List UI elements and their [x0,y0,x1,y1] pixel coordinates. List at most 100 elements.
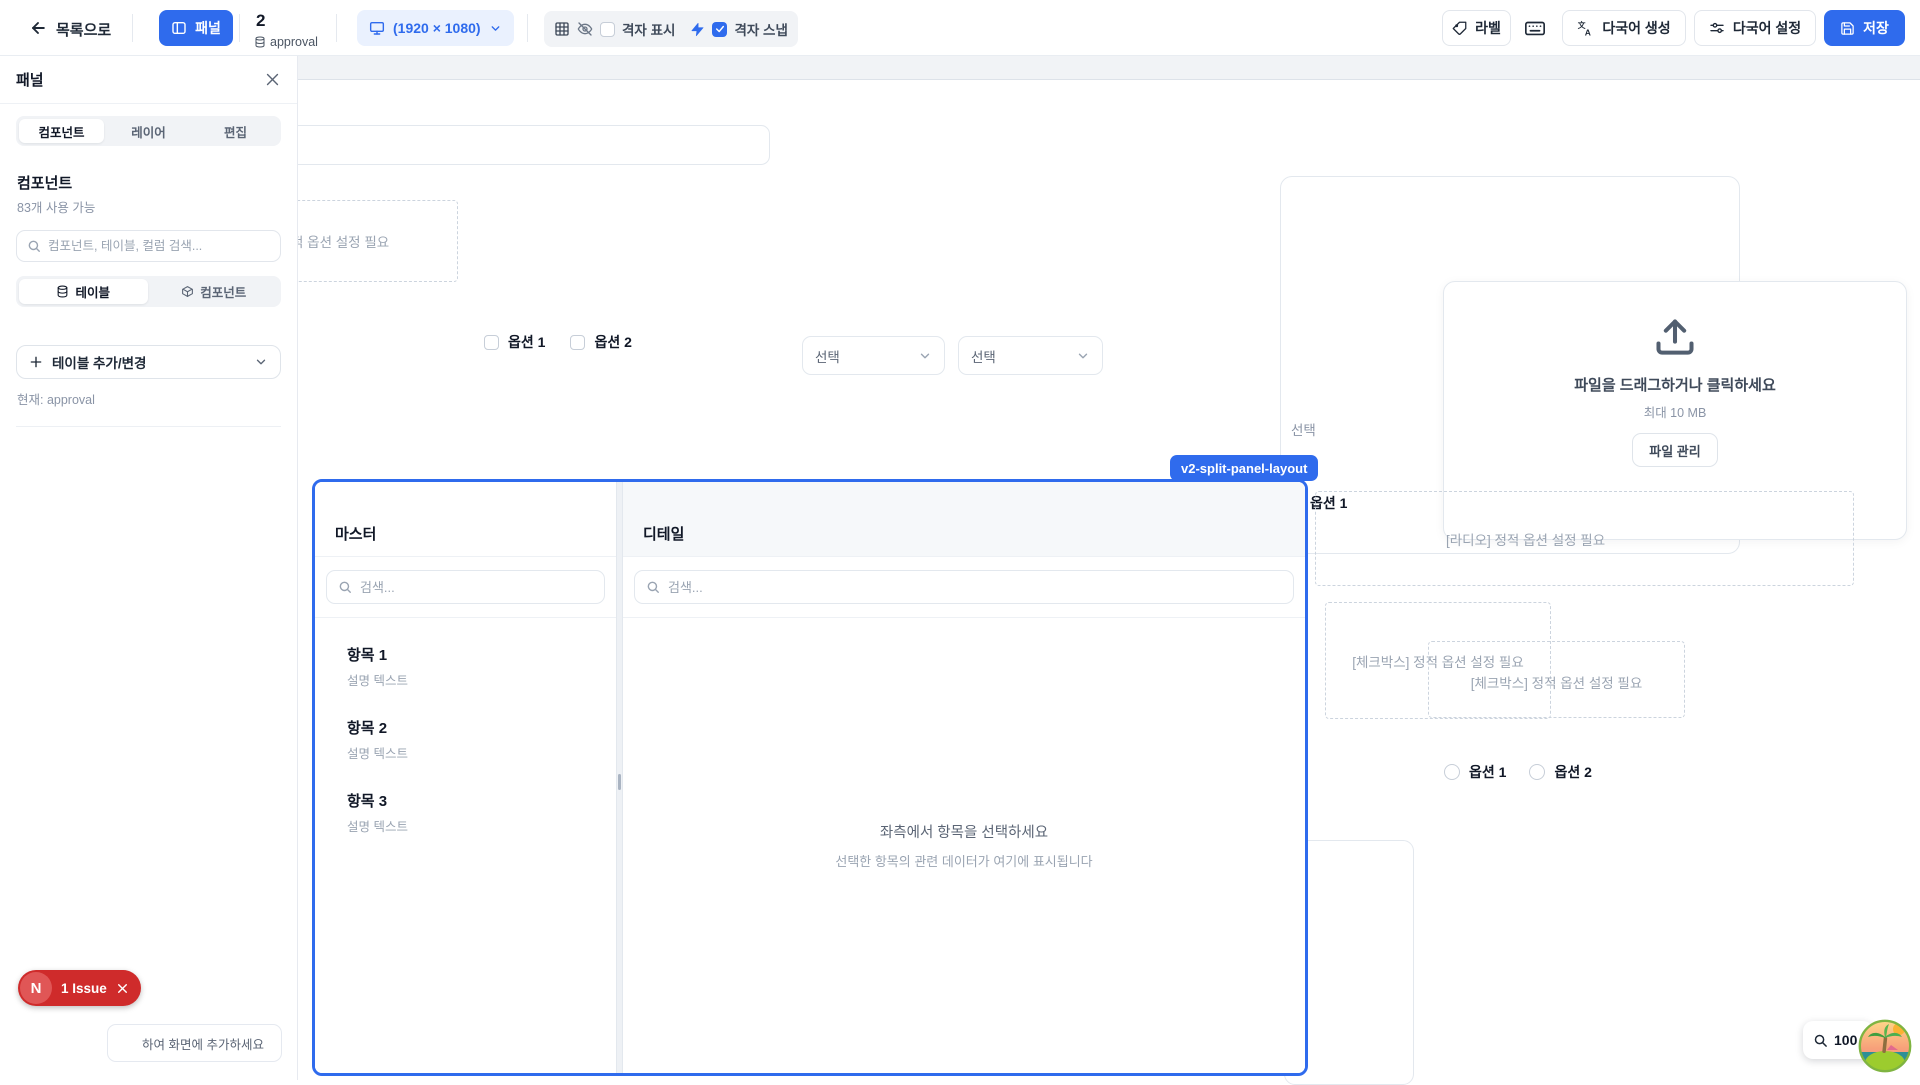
issue-badge[interactable]: N 1 Issue [18,970,141,1006]
back-to-list-button[interactable]: 목록으로 [56,19,111,40]
radio-placeholder-text: [라디오] 정적 옵션 설정 필요 [1446,529,1605,549]
save-button-label: 저장 [1863,18,1889,38]
source-tab-component-label: 컴포넌트 [200,282,246,301]
search-icon [27,239,41,253]
select-component-2[interactable]: 선택 [958,336,1103,375]
svg-text:A: A [1585,27,1591,36]
toolbar-divider [239,14,240,42]
text-input-component[interactable] [258,125,770,165]
i18n-settings-button[interactable]: 다국어 설정 [1694,10,1816,46]
master-search-input[interactable] [360,580,593,595]
chevron-down-icon [918,349,932,363]
detail-search[interactable] [634,570,1294,604]
source-tab-component[interactable]: 컴포넌트 [150,279,279,304]
panel-toggle-button[interactable]: 패널 [159,10,233,46]
components-section-title: 컴포넌트 [17,172,280,193]
eye-off-icon [577,21,593,37]
tab-edit[interactable]: 편집 [193,119,278,143]
select-component-1[interactable]: 선택 [802,336,945,375]
detail-search-row [623,557,1305,618]
page-number: 2 [256,12,265,29]
master-search[interactable] [326,570,605,604]
list-item[interactable]: 항목 1 설명 텍스트 [347,644,616,689]
checkbox-option2[interactable] [570,335,585,350]
split-panel-resizer[interactable] [616,482,623,1073]
select-placeholder-text: 적 옵션 설정 필요 [291,231,389,251]
magnifier-icon [1813,1033,1828,1048]
database-icon [254,36,266,48]
add-table-dropdown[interactable]: 테이블 추가/변경 [16,345,281,379]
detail-search-input[interactable] [668,580,1282,595]
panel-title: 패널 [16,69,44,90]
tab-layers[interactable]: 레이어 [106,119,191,143]
close-icon[interactable] [116,982,129,995]
keyboard-icon[interactable] [1524,17,1546,39]
grid-snap-checkbox[interactable] [712,22,727,37]
grid-show-checkbox[interactable] [600,22,615,37]
search-icon [338,580,352,594]
search-icon [646,580,660,594]
i18n-settings-label: 다국어 설정 [1733,18,1801,38]
file-manage-button[interactable]: 파일 관리 [1632,433,1717,467]
checkbox-option1[interactable] [484,335,499,350]
drag-hint-text: 하여 화면에 추가하세요 [142,1034,264,1053]
split-panel-master: 마스터 항목 1 설명 텍스트 항목 2 설명 텍스트 항목 3 설명 텍스트 [315,482,616,1073]
save-button[interactable]: 저장 [1824,10,1905,46]
i18n-generate-label: 다국어 생성 [1602,18,1670,38]
translate-icon: 文A [1577,20,1594,37]
list-item[interactable]: 항목 3 설명 텍스트 [347,790,616,835]
upload-limit: 최대 10 MB [1644,402,1707,421]
list-item-title: 항목 1 [347,644,616,665]
radio-option2-label: 옵션 2 [1554,762,1591,782]
component-search[interactable] [16,230,281,262]
list-item-desc: 설명 텍스트 [347,670,616,689]
toolbar-divider [336,14,337,42]
split-panel-component[interactable]: 마스터 항목 1 설명 텍스트 항목 2 설명 텍스트 항목 3 설명 텍스트 [312,479,1308,1076]
chevron-down-icon [489,22,502,35]
checkbox-option2-label: 옵션 2 [594,332,631,352]
bound-table-name: approval [270,35,318,49]
left-panel: 패널 컴포넌트 레이어 편집 컴포넌트 83개 사용 가능 테이블 컴포넌트 테… [0,56,298,1080]
grid-show-label: 격자 표시 [622,19,675,39]
monitor-icon [369,20,385,36]
checkbox-placeholder-text-2: [체크박스] 정적 옵션 설정 필요 [1471,672,1643,692]
component-search-input[interactable] [48,239,270,253]
panel-left-icon [171,20,187,36]
list-item-title: 항목 3 [347,790,616,811]
tab-components[interactable]: 컴포넌트 [19,119,104,143]
label-button[interactable]: 라벨 [1442,10,1511,46]
list-item-title: 항목 2 [347,717,616,738]
back-arrow-icon[interactable] [28,18,48,38]
chevron-down-icon [254,355,268,369]
upload-title: 파일을 드래그하거나 클릭하세요 [1574,374,1776,395]
chevron-down-icon [1076,349,1090,363]
source-tab-table[interactable]: 테이블 [19,279,148,304]
radio-option2[interactable] [1529,764,1545,780]
label-button-text: 라벨 [1475,18,1501,38]
tag-icon [1452,21,1467,36]
detail-title: 디테일 [643,523,684,544]
radio-option1[interactable] [1444,764,1460,780]
checkbox-option1-label: 옵션 1 [508,332,545,352]
select-1-value: 선택 [815,346,840,366]
i18n-generate-button[interactable]: 文A 다국어 생성 [1562,10,1686,46]
panel-tabs: 컴포넌트 레이어 편집 [16,116,281,146]
save-icon [1840,21,1855,36]
detail-header: 디테일 [623,482,1305,557]
list-item[interactable]: 항목 2 설명 텍스트 [347,717,616,762]
detail-empty-desc: 선택한 항목의 관련 데이터가 여기에 표시됩니다 [835,851,1092,870]
resizer-handle[interactable] [618,774,621,790]
close-icon[interactable] [264,71,281,88]
grid-controls: 격자 표시 격자 스냅 [544,11,798,47]
upload-icon [1653,316,1697,360]
radio-placeholder-box[interactable]: [라디오] 정적 옵션 설정 필요 [1315,491,1854,586]
bound-table: approval [254,35,318,49]
master-header: 마스터 [315,482,616,557]
screen-size-selector[interactable]: (1920 × 1080) [357,10,514,46]
checkbox-placeholder-box-2[interactable]: [체크박스] 정적 옵션 설정 필요 [1428,641,1685,718]
plus-icon [29,355,43,369]
master-title: 마스터 [335,523,376,544]
top-toolbar: 목록으로 패널 2 approval (1920 × 1080) 격자 표시 격… [0,0,1920,56]
grid-icon [554,21,570,37]
island-emoji-sticker[interactable] [1858,1019,1912,1073]
